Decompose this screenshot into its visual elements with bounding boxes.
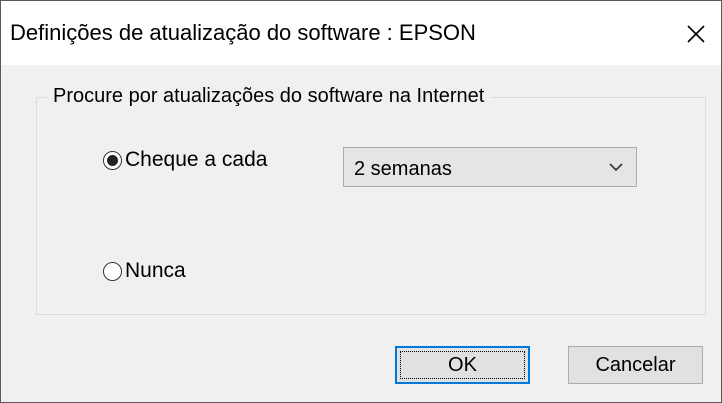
- radio-check-every[interactable]: Cheque a cada: [103, 148, 267, 172]
- radio-never-label: Nunca: [125, 259, 186, 282]
- cancel-button[interactable]: Cancelar: [568, 346, 703, 384]
- radio-button-unchecked[interactable]: [103, 261, 122, 281]
- chevron-down-icon: [609, 163, 623, 172]
- cancel-button-label: Cancelar: [595, 353, 676, 376]
- interval-dropdown-value: 2 semanas: [354, 158, 452, 180]
- dialog-title: Definições de atualização do software : …: [10, 20, 476, 45]
- close-icon: [687, 25, 705, 43]
- settings-dialog: Definições de atualização do software : …: [0, 0, 722, 403]
- title-bar: Definições de atualização do software : …: [1, 1, 721, 65]
- focus-rectangle: [400, 351, 525, 379]
- radio-selected-dot: [107, 154, 118, 166]
- radio-never[interactable]: Nunca: [103, 259, 186, 283]
- radio-button-checked[interactable]: [103, 150, 122, 170]
- interval-dropdown[interactable]: 2 semanas: [343, 147, 637, 187]
- ok-button[interactable]: OK: [395, 346, 530, 384]
- close-button[interactable]: [677, 15, 715, 53]
- groupbox-legend: Procure por atualizações do software na …: [47, 85, 491, 108]
- radio-check-every-label: Cheque a cada: [125, 148, 268, 171]
